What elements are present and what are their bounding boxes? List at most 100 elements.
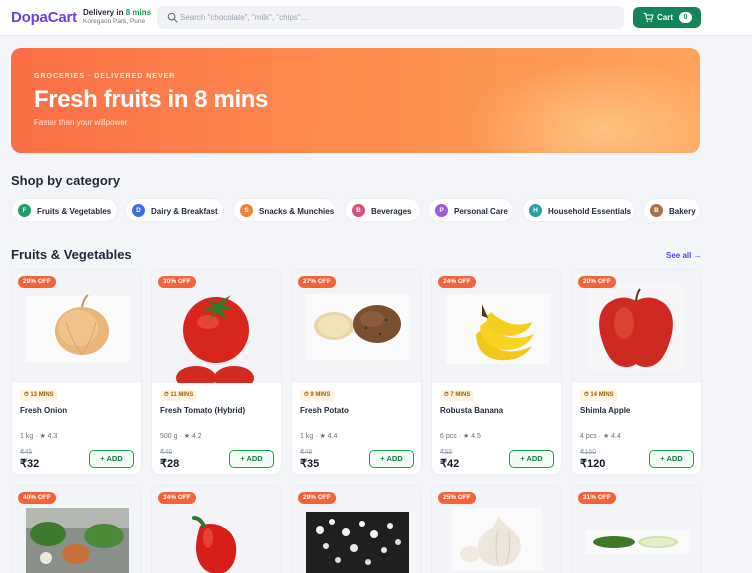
hero-kicker: GROCERIES · DELIVERED NEVER bbox=[34, 73, 176, 80]
delivery-prefix: Delivery in bbox=[83, 8, 126, 17]
category-letter-icon: B bbox=[650, 204, 663, 217]
category-letter-icon: D bbox=[132, 204, 145, 217]
garlic-icon bbox=[452, 508, 542, 570]
product-meta: 1 kg · ★ 4.4 bbox=[300, 433, 338, 440]
discount-badge: 24% OFF bbox=[438, 276, 476, 288]
product-mrp: ₹48 bbox=[300, 449, 313, 456]
discount-badge: 25% OFF bbox=[438, 492, 476, 504]
product-card-tomato[interactable]: 30% OFF ⏱ 11 MINS Fresh Tomato (Hybrid) … bbox=[151, 269, 282, 475]
category-label: Bakery bbox=[669, 207, 696, 216]
category-chip-fruits-vegetables[interactable]: F Fruits & Vegetables bbox=[11, 198, 118, 222]
delivery-location: Koregaon Park, Pune bbox=[83, 18, 146, 25]
discount-badge: 20% OFF bbox=[578, 276, 616, 288]
product-card-garlic[interactable]: 25% OFF bbox=[431, 485, 562, 573]
add-to-cart-button[interactable]: + ADD bbox=[89, 450, 134, 468]
category-label: Beverages bbox=[371, 207, 412, 216]
product-mrp: ₹150 bbox=[580, 449, 597, 456]
product-price: ₹42 bbox=[440, 458, 460, 470]
product-mrp: ₹45 bbox=[20, 449, 33, 456]
category-chip-beverages[interactable]: B Beverages bbox=[345, 198, 421, 222]
product-mrp: ₹40 bbox=[160, 449, 173, 456]
category-label: Household Essentials bbox=[548, 207, 632, 216]
hero-subtitle: Faster than your willpower. bbox=[34, 118, 130, 127]
cart-count-badge: 0 bbox=[679, 12, 692, 23]
product-meta: 4 pcs · ★ 4.4 bbox=[580, 433, 621, 440]
banana-icon bbox=[446, 294, 550, 364]
delivery-eta-badge: ⏱ 9 MINS bbox=[300, 390, 335, 401]
discount-badge: 34% OFF bbox=[158, 492, 196, 504]
category-letter-icon: H bbox=[529, 204, 542, 217]
category-letter-icon: F bbox=[18, 204, 31, 217]
product-card-capsicum[interactable]: 34% OFF bbox=[151, 485, 282, 573]
discount-badge: 29% OFF bbox=[298, 492, 336, 504]
cucumber-icon bbox=[586, 530, 690, 554]
category-chip-personal-care[interactable]: P Personal Care bbox=[428, 198, 514, 222]
category-label: Fruits & Vegetables bbox=[37, 207, 112, 216]
search-input[interactable] bbox=[180, 10, 610, 25]
product-meta: 6 pcs · ★ 4.5 bbox=[440, 433, 481, 440]
delivery-info[interactable]: Delivery in 8 mins Koregaon Park, Pune bbox=[83, 9, 151, 26]
category-label: Dairy & Breakfast bbox=[151, 207, 218, 216]
category-section-title: Shop by category bbox=[11, 173, 121, 188]
product-name: Robusta Banana bbox=[440, 406, 504, 415]
product-meta: 500 g · ★ 4.2 bbox=[160, 433, 202, 440]
onion-icon bbox=[26, 294, 130, 362]
hero-title: Fresh fruits in 8 mins bbox=[34, 86, 268, 113]
product-mrp: ₹55 bbox=[440, 449, 453, 456]
add-to-cart-button[interactable]: + ADD bbox=[509, 450, 554, 468]
product-card-apple[interactable]: 20% OFF ⏱ 14 MINS Shimla Apple 4 pcs · ★… bbox=[571, 269, 702, 475]
product-name: Shimla Apple bbox=[580, 406, 631, 415]
discount-badge: 40% OFF bbox=[18, 492, 56, 504]
delivery-eta-badge: ⏱ 13 MINS bbox=[20, 390, 58, 401]
product-price: ₹28 bbox=[160, 458, 180, 470]
category-letter-icon: S bbox=[240, 204, 253, 217]
flowers-icon bbox=[306, 512, 409, 573]
category-chip-snacks-munchies[interactable]: S Snacks & Munchies bbox=[233, 198, 336, 222]
category-letter-icon: P bbox=[435, 204, 448, 217]
tomato-icon bbox=[176, 295, 254, 383]
logo[interactable]: DopaCart bbox=[11, 9, 77, 26]
product-name: Fresh Potato bbox=[300, 406, 349, 415]
product-meta: 1 kg · ★ 4.3 bbox=[20, 433, 58, 440]
product-card-onion[interactable]: 29% OFF ⏱ 13 MINS Fresh Onion 1 kg · ★ 4… bbox=[11, 269, 142, 475]
product-name: Fresh Tomato (Hybrid) bbox=[160, 406, 246, 415]
discount-badge: 31% OFF bbox=[578, 492, 616, 504]
apple-icon bbox=[588, 283, 685, 371]
category-chip-household-essentials[interactable]: H Household Essentials bbox=[522, 198, 635, 222]
product-card-flowers[interactable]: 29% OFF bbox=[291, 485, 422, 573]
category-label: Personal Care bbox=[454, 207, 508, 216]
greens-icon bbox=[26, 508, 129, 573]
search-bar[interactable] bbox=[157, 6, 624, 29]
discount-badge: 30% OFF bbox=[158, 276, 196, 288]
product-card-potato[interactable]: 27% OFF ⏱ 9 MINS Fresh Potato 1 kg · ★ 4… bbox=[291, 269, 422, 475]
search-icon bbox=[167, 12, 178, 23]
category-label: Snacks & Munchies bbox=[259, 207, 335, 216]
discount-badge: 29% OFF bbox=[18, 276, 56, 288]
hero-banner[interactable]: GROCERIES · DELIVERED NEVER Fresh fruits… bbox=[11, 48, 700, 153]
discount-badge: 27% OFF bbox=[298, 276, 336, 288]
top-header: DopaCart Delivery in 8 mins Koregaon Par… bbox=[0, 0, 752, 36]
see-all-link[interactable]: See all → bbox=[666, 251, 702, 260]
category-chip-dairy-breakfast[interactable]: D Dairy & Breakfast bbox=[125, 198, 224, 222]
add-to-cart-button[interactable]: + ADD bbox=[229, 450, 274, 468]
product-price: ₹120 bbox=[580, 458, 606, 470]
potato-icon bbox=[306, 294, 410, 360]
product-card-greens[interactable]: 40% OFF bbox=[11, 485, 142, 573]
add-to-cart-button[interactable]: + ADD bbox=[369, 450, 414, 468]
add-to-cart-button[interactable]: + ADD bbox=[649, 450, 694, 468]
product-price: ₹32 bbox=[20, 458, 40, 470]
delivery-mins: 8 mins bbox=[125, 8, 152, 17]
product-card-banana[interactable]: 24% OFF ⏱ 7 MINS Robusta Banana 6 pcs · … bbox=[431, 269, 562, 475]
category-chip-row: F Fruits & Vegetables D Dairy & Breakfas… bbox=[11, 198, 711, 224]
product-name: Fresh Onion bbox=[20, 406, 68, 415]
cart-button[interactable]: Cart 0 bbox=[633, 7, 701, 28]
delivery-eta-badge: ⏱ 11 MINS bbox=[160, 390, 198, 401]
product-card-cucumber[interactable]: 31% OFF bbox=[571, 485, 702, 573]
capsicum-icon bbox=[192, 516, 237, 573]
cart-icon bbox=[643, 12, 654, 22]
category-chip-bakery[interactable]: B Bakery bbox=[643, 198, 701, 222]
category-letter-icon: B bbox=[352, 204, 365, 217]
delivery-eta-badge: ⏱ 14 MINS bbox=[580, 390, 618, 401]
product-price: ₹35 bbox=[300, 458, 320, 470]
products-section-title: Fruits & Vegetables bbox=[11, 247, 132, 262]
